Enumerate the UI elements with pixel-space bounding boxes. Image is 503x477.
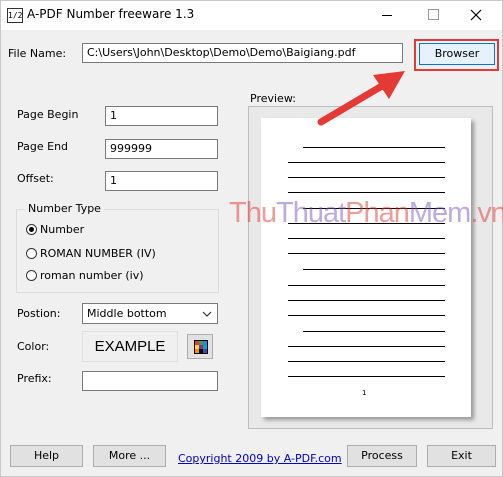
- radio-button-icon[interactable]: [26, 248, 37, 259]
- radio-button-icon[interactable]: [26, 224, 37, 235]
- window-title: A-PDF Number freeware 1.3: [27, 7, 195, 21]
- number-type-legend: Number Type: [25, 202, 104, 215]
- preview-page-number: 1: [362, 389, 367, 397]
- watermark-part: .vn: [470, 197, 503, 229]
- chevron-down-icon: [202, 311, 212, 317]
- preview-text-line: [288, 346, 445, 347]
- offset-label: Offset:: [17, 172, 54, 185]
- file-name-label: File Name:: [8, 47, 67, 60]
- position-select[interactable]: Middle bottom: [82, 303, 218, 324]
- page-end-input[interactable]: 999999: [105, 139, 218, 159]
- preview-text-line: [303, 269, 445, 270]
- radio-roman-upper-label: ROMAN NUMBER (IV): [40, 247, 156, 260]
- file-name-field[interactable]: C:\Users\John\Desktop\Demo\Demo\Baigiang…: [82, 43, 403, 63]
- maximize-button[interactable]: [414, 1, 454, 30]
- page-end-label: Page End: [17, 140, 69, 153]
- position-label: Postion:: [17, 307, 61, 320]
- more-button[interactable]: More ...: [93, 445, 166, 467]
- radio-number-label: Number: [40, 223, 85, 236]
- exit-button[interactable]: Exit: [427, 445, 496, 467]
- prefix-input[interactable]: [82, 371, 218, 391]
- watermark-part: Thuat: [275, 197, 346, 229]
- watermark-part: Phan: [345, 197, 410, 229]
- annotation-highlight-box: [414, 39, 499, 71]
- preview-text-line: [288, 300, 445, 301]
- preview-text-line: [303, 147, 445, 148]
- radio-roman-lower-label: roman number (iv): [40, 269, 144, 282]
- preview-label: Preview:: [250, 92, 296, 105]
- color-picker-button[interactable]: [187, 334, 213, 359]
- preview-text-line: [288, 361, 445, 362]
- page-begin-label: Page Begin: [17, 108, 79, 121]
- preview-text-line: [288, 238, 445, 239]
- color-example-preview: EXAMPLE: [82, 331, 178, 362]
- preview-text-line: [288, 192, 445, 193]
- watermark-part: Thu: [229, 197, 277, 229]
- preview-text-line: [303, 331, 445, 332]
- preview-text-line: [288, 285, 445, 286]
- position-select-value: Middle bottom: [87, 307, 167, 320]
- preview-text-line: [288, 376, 445, 377]
- color-label: Color:: [17, 340, 50, 353]
- preview-text-line: [288, 253, 445, 254]
- radio-button-icon[interactable]: [26, 270, 37, 281]
- prefix-label: Prefix:: [17, 372, 52, 385]
- help-button[interactable]: Help: [10, 445, 83, 467]
- offset-input[interactable]: 1: [105, 171, 218, 191]
- close-button[interactable]: [456, 1, 496, 30]
- preview-text-line: [288, 177, 445, 178]
- preview-text-line: [288, 315, 445, 316]
- copyright-link[interactable]: Copyright 2009 by A-PDF.com: [178, 452, 342, 465]
- title-bar[interactable]: 1/2 A-PDF Number freeware 1.3: [1, 1, 502, 30]
- minimize-button[interactable]: [368, 1, 408, 30]
- watermark-part: Mem: [408, 197, 471, 229]
- app-window: 1/2 A-PDF Number freeware 1.3 File Name:…: [0, 0, 503, 477]
- close-icon: [470, 9, 482, 21]
- radio-number[interactable]: Number: [26, 223, 84, 236]
- app-icon: 1/2: [7, 8, 23, 23]
- color-palette-icon: [194, 340, 208, 354]
- process-button[interactable]: Process: [347, 445, 417, 467]
- radio-roman-upper[interactable]: ROMAN NUMBER (IV): [26, 247, 156, 260]
- page-begin-input[interactable]: 1: [105, 106, 218, 126]
- preview-text-line: [288, 162, 445, 163]
- annotation-arrow-icon: [317, 71, 405, 126]
- watermark: ThuThuatPhanMem.vn: [229, 197, 503, 230]
- radio-roman-lower[interactable]: roman number (iv): [26, 269, 144, 282]
